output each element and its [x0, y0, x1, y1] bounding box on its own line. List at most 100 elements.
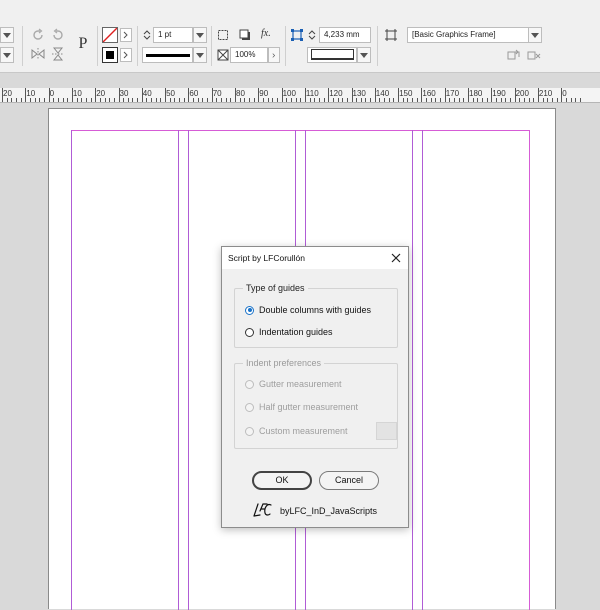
ruler-tick [262, 98, 264, 102]
left-dropdown-arrow-2[interactable] [0, 47, 14, 63]
clear-attributes-icon[interactable] [526, 48, 542, 62]
stroke-weight-field[interactable]: 1 pt [153, 27, 193, 43]
ruler-label: 110 [305, 89, 319, 98]
ruler-label: 20 [3, 89, 12, 98]
column-guide[interactable] [422, 130, 423, 610]
ruler-tick [211, 88, 213, 102]
fill-swatch-menu-button[interactable] [120, 28, 132, 42]
radio-label: Double columns with guides [259, 305, 372, 315]
stroke-swatch[interactable] [102, 47, 118, 63]
drop-shadow-icon[interactable] [238, 28, 252, 42]
ruler-tick [174, 98, 176, 102]
rotate-cw-icon[interactable] [30, 27, 46, 43]
ruler-tick [440, 98, 442, 102]
ruler-label: 100 [282, 89, 296, 98]
ruler-tick [127, 98, 129, 102]
column-guide[interactable] [412, 130, 413, 610]
fx-effects-button[interactable]: fx. [261, 28, 277, 42]
lfc-logo-icon [252, 501, 272, 519]
ruler-tick [421, 88, 423, 102]
ruler-tick [519, 98, 521, 102]
ruler-tick [342, 98, 344, 102]
object-style-select[interactable]: [Basic Graphics Frame] [407, 27, 529, 43]
radio-double-columns[interactable]: Double columns with guides [245, 305, 371, 315]
ruler-tick [318, 98, 320, 102]
ruler-tick [95, 88, 97, 102]
radio-button-disabled[interactable] [245, 402, 254, 412]
ok-button[interactable]: OK [252, 471, 312, 490]
ruler-tick [207, 98, 209, 102]
ruler-tick [290, 98, 292, 102]
flip-horizontal-icon[interactable] [30, 46, 46, 62]
ruler-tick [495, 98, 497, 102]
ruler-label: 10 [26, 89, 36, 98]
chevron-right-icon [123, 51, 128, 59]
stroke-align-icon[interactable] [290, 28, 304, 42]
object-style-dropdown[interactable] [528, 27, 542, 43]
stroke-style-dropdown[interactable] [357, 47, 371, 63]
radio-indentation-guides[interactable]: Indentation guides [245, 327, 333, 337]
fill-swatch-none[interactable] [102, 27, 118, 43]
reference-value-field[interactable]: 4,233 mm [319, 27, 371, 43]
column-guide[interactable] [188, 130, 189, 610]
column-guide[interactable] [178, 130, 179, 610]
ruler-tick [365, 98, 367, 102]
radio-button-disabled[interactable] [245, 379, 254, 389]
stepper-arrows-icon [308, 30, 316, 40]
close-icon[interactable] [389, 251, 403, 265]
text-frame-glyph-icon[interactable]: P [72, 33, 94, 55]
radio-button-checked[interactable] [245, 305, 254, 315]
script-dialog: Script by LFCorullón Type of guides Doub… [221, 246, 409, 528]
stroke-swatch-menu-button[interactable] [120, 48, 132, 62]
stroke-type-dropdown[interactable] [193, 47, 207, 63]
margin-guide-left[interactable] [71, 130, 72, 610]
horizontal-ruler[interactable]: 20 10 0 10 20 30 40 50 60 70 80 90 100 110 120 130 140 15… [0, 88, 600, 103]
ruler-tick [253, 98, 255, 102]
custom-measurement-field[interactable] [376, 422, 397, 440]
left-dropdown-arrow[interactable] [0, 27, 14, 43]
rotate-ccw-icon[interactable] [50, 27, 66, 43]
ruler-tick [169, 98, 171, 102]
margin-guide-top[interactable] [71, 130, 530, 131]
radio-button[interactable] [245, 327, 254, 337]
ruler-tick [39, 98, 41, 102]
ruler-label: 170 [445, 89, 460, 98]
corner-options-icon[interactable] [216, 28, 230, 42]
transparency-icon[interactable] [216, 48, 230, 62]
ruler-tick [509, 98, 511, 102]
ruler-tick [57, 98, 59, 102]
ruler-tick [160, 98, 162, 102]
ruler-tick [337, 98, 339, 102]
ruler-tick [20, 98, 22, 102]
cancel-button[interactable]: Cancel [319, 471, 379, 490]
opacity-menu-button[interactable] [268, 47, 280, 63]
ruler-tick [76, 98, 78, 102]
ruler-tick [370, 98, 372, 102]
radio-label: Half gutter measurement [259, 402, 359, 412]
object-styles-icon[interactable] [384, 28, 398, 42]
ruler-tick [276, 98, 278, 102]
stroke-weight-stepper[interactable] [142, 28, 152, 42]
stroke-type-field[interactable] [142, 47, 193, 63]
flip-vertical-icon[interactable] [50, 46, 66, 62]
separator [285, 26, 286, 66]
ruler-tick [2, 88, 3, 102]
dialog-titlebar[interactable]: Script by LFCorullón [222, 247, 408, 269]
ruler-tick [393, 98, 395, 102]
radio-custom-measurement[interactable]: Custom measurement [245, 426, 348, 436]
opacity-field[interactable]: 100% [230, 47, 268, 63]
ruler-tick [444, 88, 446, 102]
radio-gutter-measurement[interactable]: Gutter measurement [245, 379, 342, 389]
separator [137, 26, 138, 66]
radio-half-gutter-measurement[interactable]: Half gutter measurement [245, 402, 358, 412]
ruler-tick [90, 98, 92, 102]
radio-button-disabled[interactable] [245, 426, 254, 436]
ruler-label: 80 [236, 89, 245, 98]
type-of-guides-label: Type of guides [243, 283, 308, 293]
stroke-weight-dropdown[interactable] [193, 27, 207, 43]
stroke-style-field[interactable] [307, 47, 357, 63]
clear-overrides-icon[interactable] [506, 48, 522, 62]
margin-guide-right[interactable] [529, 130, 530, 610]
position-stepper[interactable] [307, 28, 317, 42]
ruler-tick [360, 98, 362, 102]
